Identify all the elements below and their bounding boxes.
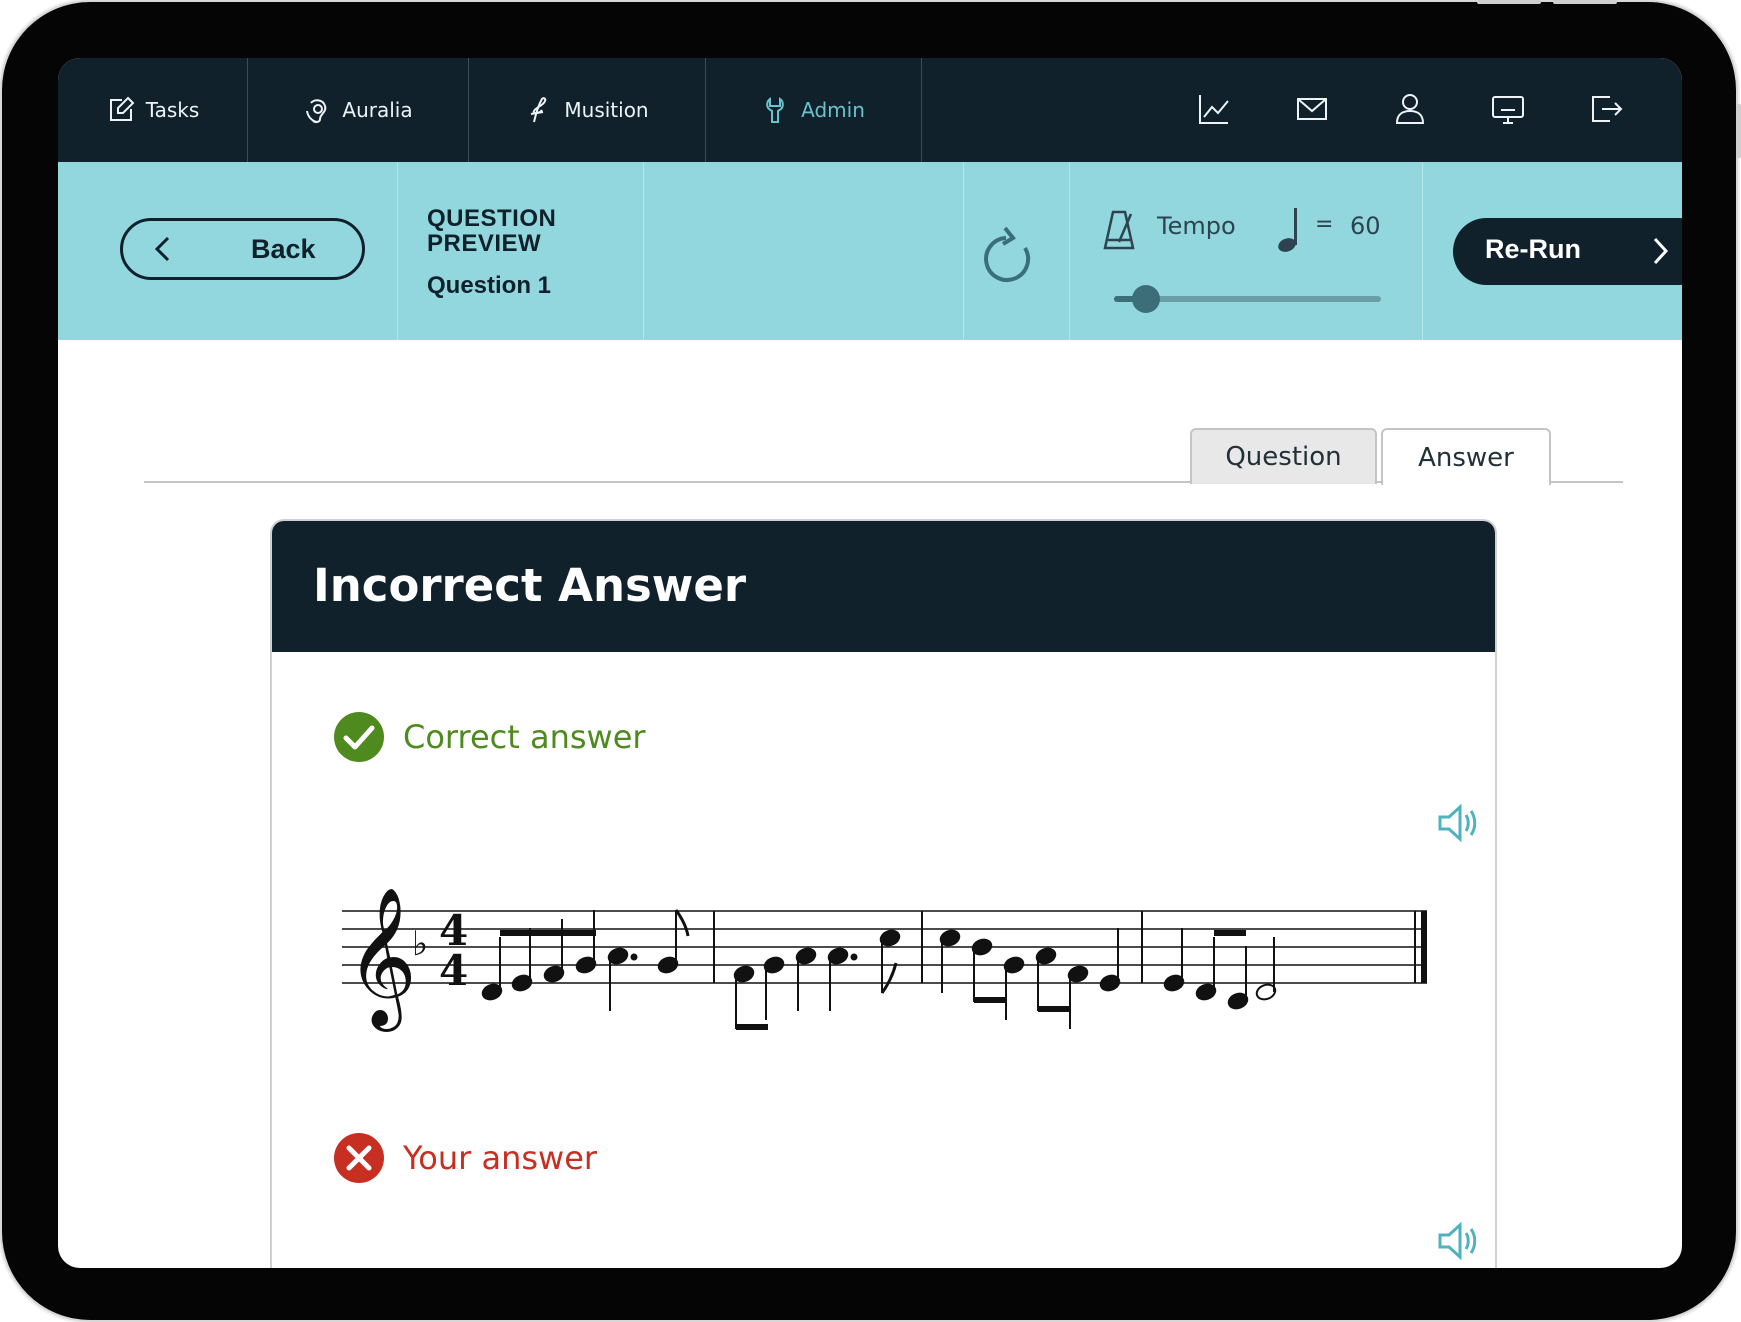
tablet-frame: Tasks Auralia Musition Admin Back QUESTI… bbox=[2, 2, 1736, 1320]
tempo-slider-handle[interactable] bbox=[1132, 285, 1161, 313]
x-circle-icon bbox=[334, 1133, 384, 1183]
rerun-button-label: Re-Run bbox=[1485, 234, 1581, 264]
ear-icon bbox=[306, 99, 327, 124]
correct-answer-heading: Correct answer bbox=[333, 711, 646, 763]
chevron-left-icon bbox=[154, 236, 170, 262]
nav-musition-label: Musition bbox=[564, 98, 649, 122]
app-screen: Tasks Auralia Musition Admin Back QUESTI… bbox=[58, 58, 1682, 1268]
metronome-icon bbox=[1103, 210, 1135, 250]
logout-icon[interactable] bbox=[1588, 91, 1624, 127]
tempo-value: 60 bbox=[1350, 212, 1381, 240]
your-answer-heading: Your answer bbox=[333, 1132, 597, 1184]
note-beam bbox=[1038, 1006, 1070, 1012]
treble-clef: 𝄞 bbox=[346, 887, 417, 1032]
nav-tasks[interactable]: Tasks bbox=[58, 58, 248, 162]
chevron-right-icon bbox=[1653, 237, 1669, 265]
side-button bbox=[1736, 104, 1741, 158]
result-card: Incorrect Answer Correct answer 𝄞 ♭ 4 4 You… bbox=[270, 519, 1497, 1268]
tab-question[interactable]: Question bbox=[1190, 428, 1377, 484]
volume-button bbox=[1553, 0, 1617, 4]
result-card-header: Incorrect Answer bbox=[272, 521, 1495, 652]
nav-auralia[interactable]: Auralia bbox=[247, 58, 469, 162]
toolbar-divider bbox=[397, 162, 398, 340]
musition-icon bbox=[531, 97, 547, 123]
note-beam bbox=[974, 997, 1006, 1003]
speaker-icon[interactable] bbox=[1437, 803, 1481, 843]
question-toolbar: Back QUESTION PREVIEW Question 1 Tempo =… bbox=[58, 162, 1682, 340]
quarter-note-icon bbox=[1278, 208, 1297, 252]
note-beam bbox=[500, 930, 596, 936]
final-bar-thick bbox=[1421, 911, 1427, 983]
music-staff: 𝄞♭ 44 bbox=[342, 887, 1427, 1032]
note-beam bbox=[1214, 930, 1246, 936]
result-title: Incorrect Answer bbox=[313, 559, 747, 612]
key-signature-flat: ♭ bbox=[412, 924, 428, 964]
note-dot bbox=[850, 953, 858, 961]
nav-musition[interactable]: Musition bbox=[468, 58, 706, 162]
monitor-icon[interactable] bbox=[1490, 91, 1526, 127]
mail-icon[interactable] bbox=[1294, 91, 1330, 127]
wrench-icon bbox=[766, 97, 784, 123]
tempo-equals: = bbox=[1315, 212, 1334, 237]
note-flag bbox=[880, 962, 898, 994]
toolbar-divider bbox=[963, 162, 964, 340]
note-dot bbox=[630, 953, 638, 961]
check-circle-icon bbox=[334, 712, 384, 762]
top-nav: Tasks Auralia Musition Admin bbox=[58, 58, 1682, 162]
speaker-icon[interactable] bbox=[1437, 1221, 1481, 1261]
power-button bbox=[1477, 0, 1541, 4]
time-signature-bottom: 4 bbox=[439, 946, 468, 995]
chart-icon[interactable] bbox=[1196, 91, 1232, 127]
toolbar-divider bbox=[1069, 162, 1070, 340]
rerun-button[interactable]: Re-Run bbox=[1453, 218, 1682, 285]
note-flag bbox=[674, 909, 690, 937]
nav-auralia-label: Auralia bbox=[342, 98, 413, 122]
user-icon[interactable] bbox=[1392, 91, 1428, 127]
toolbar-divider bbox=[1422, 162, 1423, 340]
back-button-label: Back bbox=[251, 234, 316, 264]
toolbar-divider bbox=[643, 162, 644, 340]
question-number: Question 1 bbox=[427, 272, 552, 299]
tab-answer[interactable]: Answer bbox=[1381, 428, 1551, 485]
nav-tasks-label: Tasks bbox=[145, 98, 200, 122]
replay-icon[interactable] bbox=[984, 224, 1042, 286]
nav-admin[interactable]: Admin bbox=[705, 58, 922, 162]
back-button[interactable]: Back bbox=[120, 218, 365, 280]
edit-icon bbox=[109, 96, 135, 121]
note-beam bbox=[736, 1024, 768, 1030]
nav-admin-label: Admin bbox=[801, 98, 865, 122]
tempo-label: Tempo bbox=[1157, 212, 1236, 240]
your-answer-label: Your answer bbox=[403, 1139, 598, 1177]
preview-title: QUESTION PREVIEW bbox=[427, 205, 557, 257]
correct-answer-label: Correct answer bbox=[403, 718, 646, 756]
